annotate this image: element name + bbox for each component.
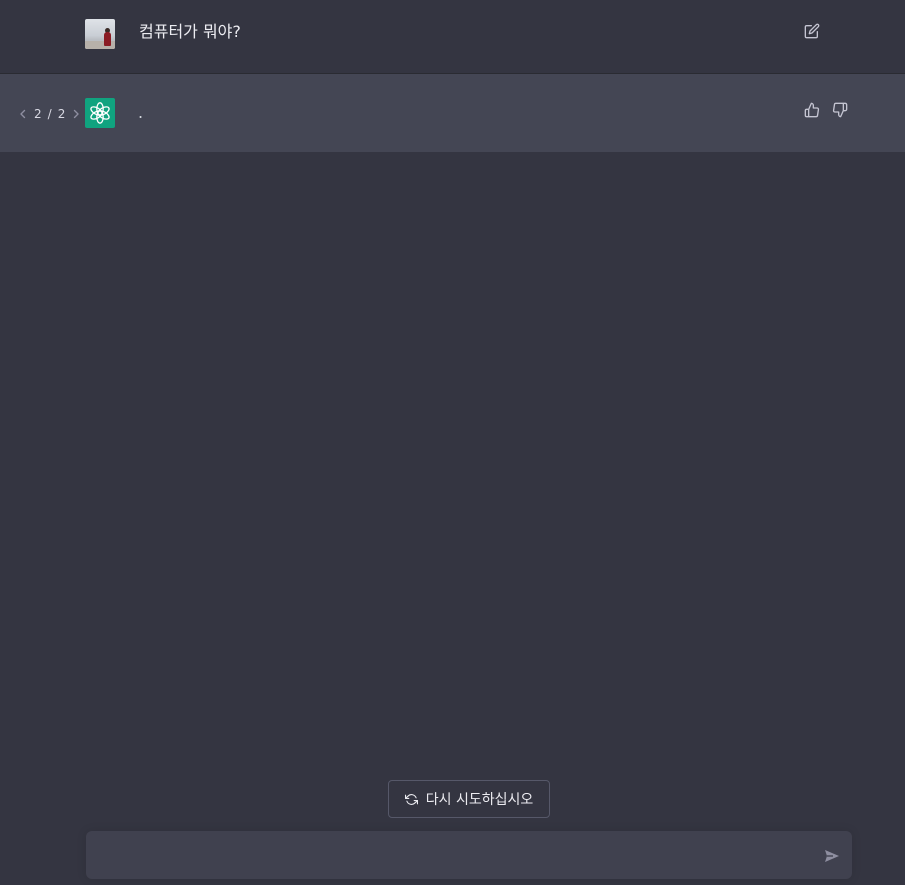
thumbs-down-icon [832, 102, 848, 118]
chevron-left-icon [20, 109, 26, 119]
pager-separator: / [47, 107, 52, 121]
thumbs-down-button[interactable] [831, 101, 849, 119]
response-pager: 2 / 2 [18, 106, 81, 122]
assistant-avatar [85, 98, 115, 128]
regenerate-label: 다시 시도하십시오 [425, 792, 534, 808]
pager-current: 2 [34, 107, 42, 121]
refresh-icon [404, 793, 418, 805]
assistant-message-row: 2 / 2 . [0, 74, 905, 152]
chat-page: 컴퓨터가 뭐야? 2 / 2 . 다시 시도하십시오 [0, 0, 905, 885]
send-icon [825, 850, 839, 862]
thumbs-up-icon [804, 102, 820, 118]
send-button[interactable] [823, 848, 841, 864]
edit-icon [804, 23, 820, 39]
user-message-text: 컴퓨터가 뭐야? [139, 22, 241, 41]
chevron-right-icon [74, 109, 80, 119]
regenerate-button[interactable]: 다시 시도하십시오 [388, 780, 550, 818]
openai-logo-icon [90, 102, 110, 124]
message-composer [86, 831, 852, 879]
next-response-button[interactable] [71, 108, 81, 120]
pager-total: 2 [57, 107, 66, 121]
user-avatar [85, 19, 115, 49]
previous-response-button[interactable] [18, 108, 28, 120]
user-message-row: 컴퓨터가 뭐야? [0, 0, 905, 74]
thumbs-up-button[interactable] [803, 101, 821, 119]
assistant-message-text: . [138, 103, 144, 122]
message-input[interactable] [100, 843, 800, 867]
edit-message-button[interactable] [802, 21, 822, 41]
